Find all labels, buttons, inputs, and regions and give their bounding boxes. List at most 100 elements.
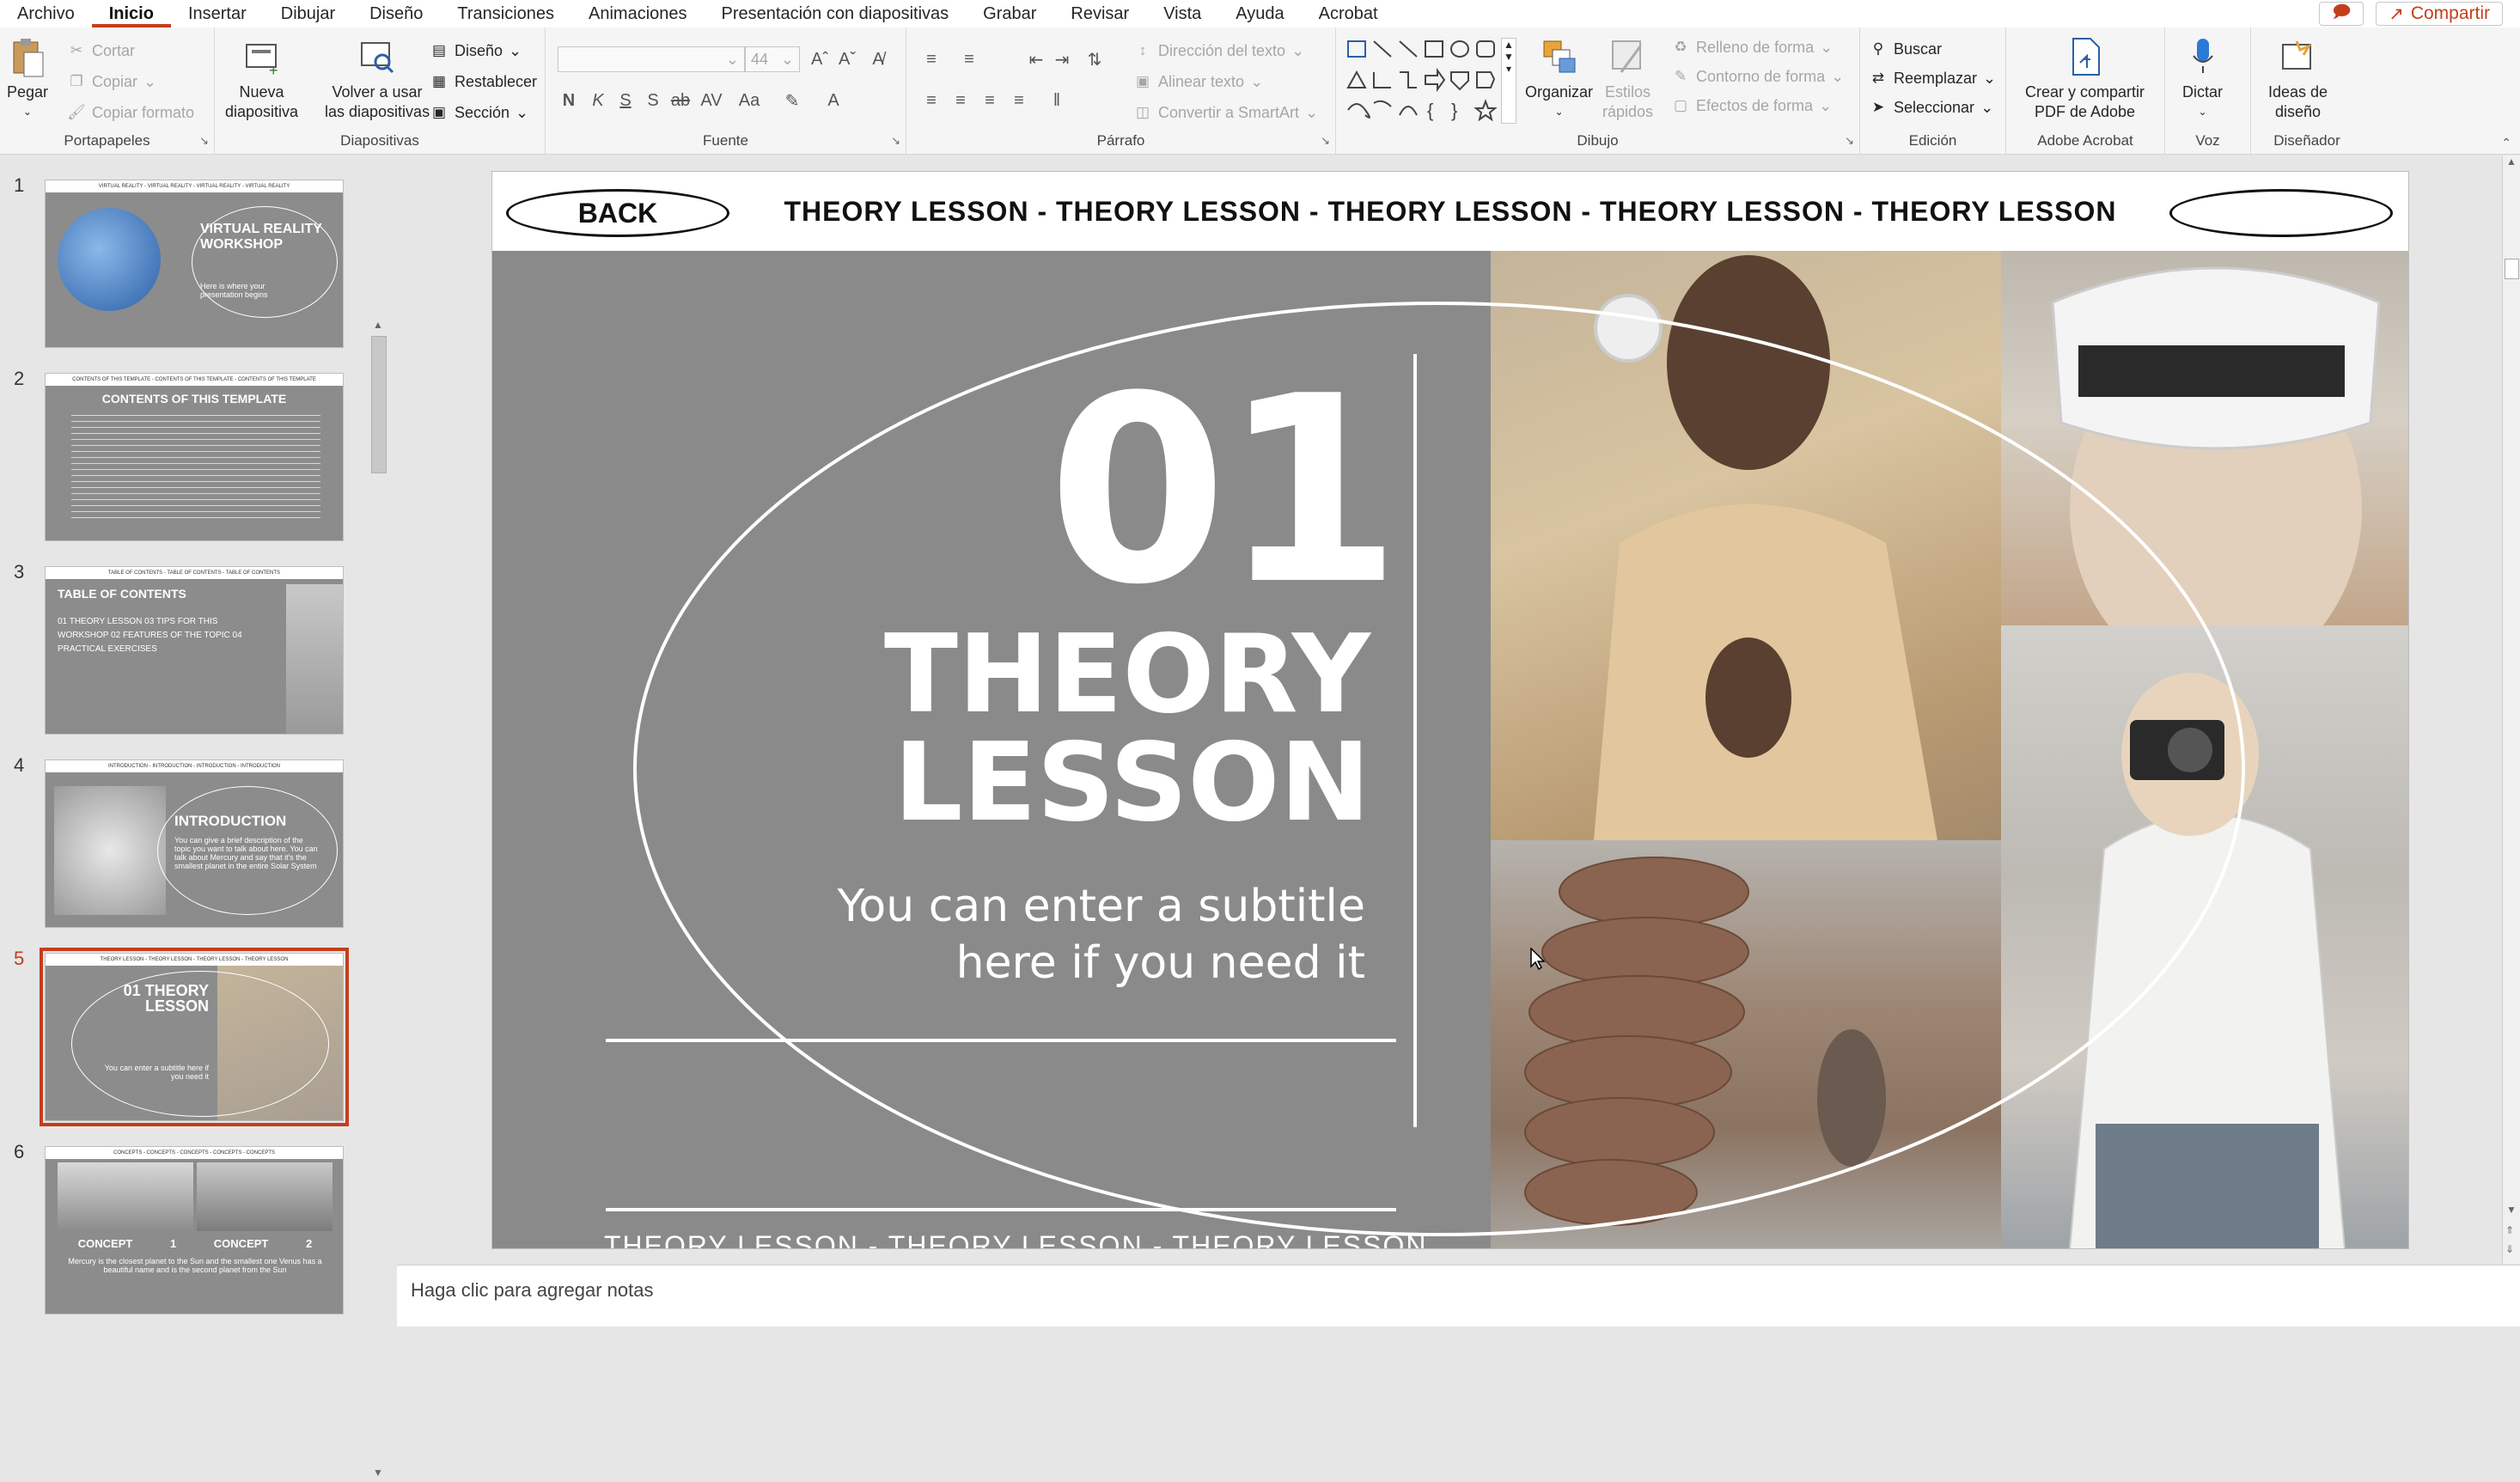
slide-thumbnail-6[interactable]: CONCEPTS - CONCEPTS - CONCEPTS - CONCEPT… xyxy=(45,1146,344,1314)
columns-icon[interactable]: ‖ xyxy=(1044,88,1070,113)
collapse-ribbon-icon[interactable]: ⌃ xyxy=(2501,136,2511,150)
change-case-icon[interactable]: Aa xyxy=(736,88,762,113)
align-text-button[interactable]: ▣ Alinear texto ⌄ xyxy=(1133,69,1263,95)
text-direction-button[interactable]: ↕ Dirección del texto ⌄ xyxy=(1133,38,1304,64)
slide-thumbnail-2[interactable]: CONTENTS OF THIS TEMPLATE - CONTENTS OF … xyxy=(45,373,344,541)
comments-button[interactable]: 🗩 xyxy=(2319,2,2364,26)
tab-ayuda[interactable]: Ayuda xyxy=(1218,0,1301,27)
photo-vr-headset-woman[interactable] xyxy=(2001,251,2408,680)
photo-man-headphones[interactable] xyxy=(1491,251,2001,840)
decrease-indent-icon[interactable]: ⇤ xyxy=(1023,46,1049,72)
previous-slide-icon[interactable]: ⇑ xyxy=(2505,1224,2514,1236)
tab-presentacion[interactable]: Presentación con diapositivas xyxy=(705,0,967,27)
select-button[interactable]: ➤ Seleccionar ⌄ xyxy=(1869,95,1993,120)
scroll-down-icon[interactable]: ▼ xyxy=(2506,1204,2517,1216)
tab-animaciones[interactable]: Animaciones xyxy=(571,0,705,27)
tab-diseno[interactable]: Diseño xyxy=(352,0,440,27)
replace-button[interactable]: ⇄ Reemplazar ⌄ xyxy=(1869,65,1996,91)
scroll-down-icon[interactable]: ▼ xyxy=(373,1467,383,1479)
smartart-button[interactable]: ◫ Convertir a SmartArt ⌄ xyxy=(1133,100,1318,125)
bullets-icon[interactable]: ≡ xyxy=(918,46,944,72)
tab-grabar[interactable]: Grabar xyxy=(966,0,1053,27)
dialog-launcher-icon[interactable]: ↘ xyxy=(199,134,209,148)
bold-icon[interactable]: N xyxy=(556,88,582,113)
shape-fill-button[interactable]: ♻ Relleno de forma ⌄ xyxy=(1671,34,1833,60)
tab-vista[interactable]: Vista xyxy=(1146,0,1218,27)
align-left-icon[interactable]: ≡ xyxy=(918,88,944,113)
section-title[interactable]: THEORY LESSON xyxy=(769,620,1370,837)
cut-button[interactable]: ✂ Cortar xyxy=(67,38,135,64)
slide-scrollbar[interactable]: ▲ ▼ ⇑ ⇓ xyxy=(2502,156,2520,1264)
scrollbar-thumb[interactable] xyxy=(2505,259,2519,279)
line-spacing-icon[interactable]: ⇅ xyxy=(1082,46,1107,72)
new-slide-button[interactable]: + Nueva diapositiva xyxy=(225,34,298,122)
tab-revisar[interactable]: Revisar xyxy=(1053,0,1146,27)
dictate-button[interactable]: Dictar ⌄ xyxy=(2182,34,2223,122)
italic-icon[interactable]: K xyxy=(585,88,611,113)
clear-format-icon[interactable]: A̸ xyxy=(865,46,891,72)
new-slide-icon: + xyxy=(242,34,282,79)
dialog-launcher-icon[interactable]: ↘ xyxy=(891,134,900,148)
font-color-icon[interactable]: A xyxy=(821,88,846,113)
group-label-edicion: Edición xyxy=(1908,132,1957,149)
scroll-up-icon[interactable]: ▲ xyxy=(373,319,383,331)
scroll-up-icon[interactable]: ▲ xyxy=(2506,156,2517,168)
tab-acrobat[interactable]: Acrobat xyxy=(1302,0,1395,27)
font-family-select[interactable]: ⌄ xyxy=(558,46,745,72)
align-text-icon: ▣ xyxy=(1135,73,1150,89)
align-right-icon[interactable]: ≡ xyxy=(977,88,1003,113)
increase-indent-icon[interactable]: ⇥ xyxy=(1049,46,1075,72)
quick-styles-button[interactable]: Estilos rápidos xyxy=(1602,34,1653,122)
tab-insertar[interactable]: Insertar xyxy=(171,0,264,27)
numbering-icon[interactable]: ≡ xyxy=(956,46,982,72)
current-slide[interactable]: BACK THEORY LESSON - THEORY LESSON - THE… xyxy=(491,171,2409,1249)
section-number[interactable]: 01 xyxy=(1048,363,1401,620)
scrollbar-thumb[interactable] xyxy=(371,336,387,473)
thumbnails-scrollbar[interactable]: ▲ ▼ xyxy=(369,319,388,1482)
photo-abstract-sculpture[interactable] xyxy=(1491,840,2001,1248)
dialog-launcher-icon[interactable]: ↘ xyxy=(1845,134,1854,148)
char-spacing-icon[interactable]: AV xyxy=(699,88,724,113)
tab-dibujar[interactable]: Dibujar xyxy=(264,0,352,27)
empty-oval-button[interactable] xyxy=(2169,189,2393,237)
slide-thumbnail-5[interactable]: THEORY LESSON - THEORY LESSON - THEORY L… xyxy=(40,948,349,1126)
find-button[interactable]: ⚲ Buscar xyxy=(1869,36,1942,62)
strikethrough-icon[interactable]: ab xyxy=(668,88,693,113)
highlight-icon[interactable]: ✎ xyxy=(779,88,805,113)
design-ideas-button[interactable]: Ideas de diseño xyxy=(2268,34,2328,122)
arrange-button[interactable]: Organizar ⌄ xyxy=(1525,34,1593,122)
shape-outline-button[interactable]: ✎ Contorno de forma ⌄ xyxy=(1671,64,1844,89)
shapes-gallery[interactable]: {} xyxy=(1345,38,1516,124)
dialog-launcher-icon[interactable]: ↘ xyxy=(1321,134,1330,148)
font-size-select[interactable]: 44 ⌄ xyxy=(745,46,800,72)
tab-archivo[interactable]: Archivo xyxy=(0,0,92,27)
create-pdf-button[interactable]: Crear y compartir PDF de Adobe xyxy=(2025,34,2145,122)
copy-button[interactable]: ❐ Copiar ⌄ xyxy=(67,69,156,95)
chevron-down-icon: ⌄ xyxy=(1980,98,1994,116)
reuse-slides-button[interactable]: Volver a usar las diapositivas xyxy=(325,34,430,122)
notes-pane[interactable]: Haga clic para agregar notas xyxy=(397,1265,2520,1326)
slide-thumbnail-4[interactable]: INTRODUCTION - INTRODUCTION - INTRODUCTI… xyxy=(45,759,344,928)
underline-icon[interactable]: S xyxy=(613,88,638,113)
format-painter-button[interactable]: 🖌 Copiar formato xyxy=(67,100,194,125)
decrease-font-icon[interactable]: Aˇ xyxy=(834,46,860,72)
justify-icon[interactable]: ≡ xyxy=(1006,88,1032,113)
align-center-icon[interactable]: ≡ xyxy=(948,88,973,113)
increase-font-icon[interactable]: Aˆ xyxy=(807,46,833,72)
tab-transiciones[interactable]: Transiciones xyxy=(440,0,571,27)
tab-inicio[interactable]: Inicio xyxy=(91,0,171,27)
share-button[interactable]: ↗ Compartir xyxy=(2376,2,2503,26)
shadow-icon[interactable]: S xyxy=(640,88,666,113)
section-button[interactable]: ▣ Sección ⌄ xyxy=(430,100,528,125)
shape-effects-button[interactable]: ▢ Efectos de forma ⌄ xyxy=(1671,93,1832,119)
paste-button[interactable]: Pegar ⌄ xyxy=(7,34,48,122)
slide-thumbnail-1[interactable]: VIRTUAL REALITY - VIRTUAL REALITY - VIRT… xyxy=(45,180,344,348)
section-subtitle[interactable]: You can enter a subtitle here if you nee… xyxy=(764,878,1365,991)
slide-thumbnail-3[interactable]: TABLE OF CONTENTS - TABLE OF CONTENTS - … xyxy=(45,566,344,735)
shapes-scroll[interactable]: ▲ ▼ ▾ xyxy=(1501,38,1516,124)
layout-button[interactable]: ▤ Diseño ⌄ xyxy=(430,38,522,64)
photo-woman-camera[interactable] xyxy=(2001,625,2408,1248)
next-slide-icon[interactable]: ⇓ xyxy=(2505,1243,2514,1255)
back-button[interactable]: BACK xyxy=(506,189,729,237)
reset-button[interactable]: ▦ Restablecer xyxy=(430,69,537,95)
